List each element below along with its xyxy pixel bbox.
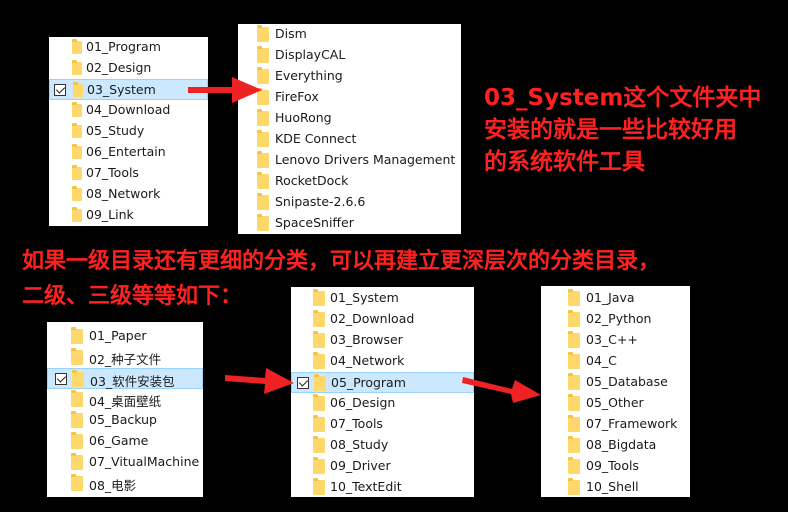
arrow-3 <box>462 377 541 403</box>
arrow-1 <box>188 77 262 103</box>
arrow-system-to-contents <box>188 77 541 403</box>
arrow-2 <box>225 368 294 394</box>
